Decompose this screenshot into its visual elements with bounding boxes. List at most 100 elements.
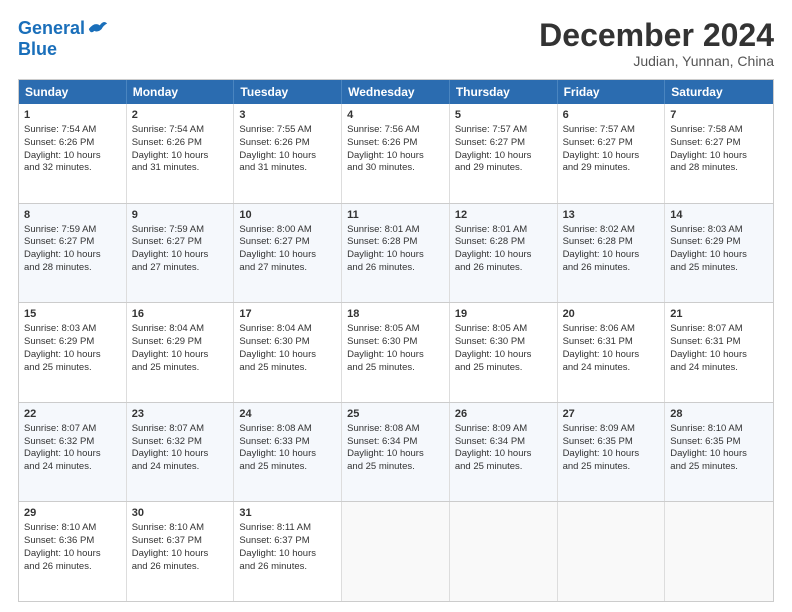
header-day-saturday: Saturday [665, 80, 773, 104]
day-detail-line: Daylight: 10 hours [132, 249, 229, 262]
day-detail-line: and 28 minutes. [24, 262, 121, 275]
day-detail-line: Daylight: 10 hours [455, 249, 552, 262]
calendar-row-5: 29Sunrise: 8:10 AMSunset: 6:36 PMDayligh… [19, 501, 773, 601]
day-detail-line: Sunrise: 8:08 AM [239, 423, 336, 436]
day-detail-line: Daylight: 10 hours [347, 249, 444, 262]
day-detail-line: and 24 minutes. [24, 461, 121, 474]
day-detail-line: Sunset: 6:30 PM [455, 336, 552, 349]
calendar-day-28: 28Sunrise: 8:10 AMSunset: 6:35 PMDayligh… [665, 403, 773, 502]
day-number: 17 [239, 307, 336, 322]
day-detail-line: Sunrise: 8:05 AM [347, 323, 444, 336]
day-detail-line: Sunrise: 8:07 AM [132, 423, 229, 436]
day-detail-line: Daylight: 10 hours [563, 349, 660, 362]
day-detail-line: Daylight: 10 hours [24, 249, 121, 262]
day-detail-line: Sunrise: 7:57 AM [563, 124, 660, 137]
day-detail-line: and 26 minutes. [239, 561, 336, 574]
calendar-day-12: 12Sunrise: 8:01 AMSunset: 6:28 PMDayligh… [450, 204, 558, 303]
day-detail-line: Sunrise: 7:57 AM [455, 124, 552, 137]
day-detail-line: Daylight: 10 hours [670, 349, 768, 362]
header-day-sunday: Sunday [19, 80, 127, 104]
day-detail-line: and 25 minutes. [455, 461, 552, 474]
calendar-day-10: 10Sunrise: 8:00 AMSunset: 6:27 PMDayligh… [234, 204, 342, 303]
day-number: 21 [670, 307, 768, 322]
day-number: 10 [239, 208, 336, 223]
day-detail-line: Sunset: 6:29 PM [670, 236, 768, 249]
calendar-body: 1Sunrise: 7:54 AMSunset: 6:26 PMDaylight… [19, 104, 773, 601]
calendar-empty-cell [342, 502, 450, 601]
day-detail-line: Sunset: 6:27 PM [24, 236, 121, 249]
day-detail-line: Sunrise: 7:56 AM [347, 124, 444, 137]
day-detail-line: Daylight: 10 hours [132, 448, 229, 461]
calendar-day-24: 24Sunrise: 8:08 AMSunset: 6:33 PMDayligh… [234, 403, 342, 502]
calendar-day-17: 17Sunrise: 8:04 AMSunset: 6:30 PMDayligh… [234, 303, 342, 402]
calendar-day-11: 11Sunrise: 8:01 AMSunset: 6:28 PMDayligh… [342, 204, 450, 303]
day-number: 26 [455, 407, 552, 422]
title-block: December 2024 Judian, Yunnan, China [539, 18, 774, 69]
day-detail-line: Daylight: 10 hours [132, 150, 229, 163]
day-detail-line: Sunset: 6:26 PM [347, 137, 444, 150]
day-detail-line: and 25 minutes. [670, 262, 768, 275]
day-detail-line: Daylight: 10 hours [347, 150, 444, 163]
day-detail-line: Sunset: 6:35 PM [670, 436, 768, 449]
header-day-wednesday: Wednesday [342, 80, 450, 104]
header: General Blue December 2024 Judian, Yunna… [18, 18, 774, 69]
day-detail-line: and 24 minutes. [563, 362, 660, 375]
day-detail-line: and 25 minutes. [670, 461, 768, 474]
calendar-day-27: 27Sunrise: 8:09 AMSunset: 6:35 PMDayligh… [558, 403, 666, 502]
day-detail-line: Sunset: 6:37 PM [132, 535, 229, 548]
day-detail-line: Sunset: 6:26 PM [132, 137, 229, 150]
page: General Blue December 2024 Judian, Yunna… [0, 0, 792, 612]
calendar-day-13: 13Sunrise: 8:02 AMSunset: 6:28 PMDayligh… [558, 204, 666, 303]
calendar-day-4: 4Sunrise: 7:56 AMSunset: 6:26 PMDaylight… [342, 104, 450, 203]
day-number: 28 [670, 407, 768, 422]
day-number: 8 [24, 208, 121, 223]
day-detail-line: Sunset: 6:27 PM [563, 137, 660, 150]
day-detail-line: Daylight: 10 hours [670, 249, 768, 262]
day-detail-line: and 25 minutes. [132, 362, 229, 375]
day-detail-line: Sunset: 6:30 PM [347, 336, 444, 349]
calendar-day-16: 16Sunrise: 8:04 AMSunset: 6:29 PMDayligh… [127, 303, 235, 402]
day-detail-line: and 29 minutes. [563, 162, 660, 175]
day-detail-line: Daylight: 10 hours [670, 150, 768, 163]
day-number: 3 [239, 108, 336, 123]
day-number: 18 [347, 307, 444, 322]
day-number: 5 [455, 108, 552, 123]
day-detail-line: Sunrise: 7:54 AM [24, 124, 121, 137]
day-detail-line: Sunrise: 8:01 AM [347, 224, 444, 237]
day-detail-line: Daylight: 10 hours [455, 150, 552, 163]
day-detail-line: Sunset: 6:29 PM [132, 336, 229, 349]
calendar-day-29: 29Sunrise: 8:10 AMSunset: 6:36 PMDayligh… [19, 502, 127, 601]
day-detail-line: Sunrise: 8:08 AM [347, 423, 444, 436]
day-detail-line: Sunset: 6:36 PM [24, 535, 121, 548]
calendar-day-25: 25Sunrise: 8:08 AMSunset: 6:34 PMDayligh… [342, 403, 450, 502]
calendar-day-20: 20Sunrise: 8:06 AMSunset: 6:31 PMDayligh… [558, 303, 666, 402]
calendar-empty-cell [558, 502, 666, 601]
day-detail-line: Sunset: 6:29 PM [24, 336, 121, 349]
calendar-day-9: 9Sunrise: 7:59 AMSunset: 6:27 PMDaylight… [127, 204, 235, 303]
day-detail-line: Sunrise: 8:04 AM [239, 323, 336, 336]
day-detail-line: and 25 minutes. [455, 362, 552, 375]
calendar: SundayMondayTuesdayWednesdayThursdayFrid… [18, 79, 774, 602]
day-detail-line: Sunset: 6:28 PM [347, 236, 444, 249]
day-number: 29 [24, 506, 121, 521]
day-number: 31 [239, 506, 336, 521]
day-detail-line: Sunset: 6:27 PM [670, 137, 768, 150]
header-day-friday: Friday [558, 80, 666, 104]
day-number: 27 [563, 407, 660, 422]
day-detail-line: Sunset: 6:26 PM [24, 137, 121, 150]
day-detail-line: Daylight: 10 hours [239, 249, 336, 262]
day-detail-line: Sunrise: 8:10 AM [132, 522, 229, 535]
month-title: December 2024 [539, 18, 774, 53]
day-detail-line: and 25 minutes. [563, 461, 660, 474]
calendar-day-5: 5Sunrise: 7:57 AMSunset: 6:27 PMDaylight… [450, 104, 558, 203]
day-detail-line: and 25 minutes. [239, 362, 336, 375]
day-detail-line: Sunrise: 7:59 AM [132, 224, 229, 237]
day-detail-line: Sunrise: 8:01 AM [455, 224, 552, 237]
day-detail-line: Sunrise: 7:55 AM [239, 124, 336, 137]
day-detail-line: Sunset: 6:34 PM [455, 436, 552, 449]
calendar-day-3: 3Sunrise: 7:55 AMSunset: 6:26 PMDaylight… [234, 104, 342, 203]
calendar-day-26: 26Sunrise: 8:09 AMSunset: 6:34 PMDayligh… [450, 403, 558, 502]
day-detail-line: Sunset: 6:34 PM [347, 436, 444, 449]
calendar-day-31: 31Sunrise: 8:11 AMSunset: 6:37 PMDayligh… [234, 502, 342, 601]
day-detail-line: Sunrise: 8:09 AM [563, 423, 660, 436]
